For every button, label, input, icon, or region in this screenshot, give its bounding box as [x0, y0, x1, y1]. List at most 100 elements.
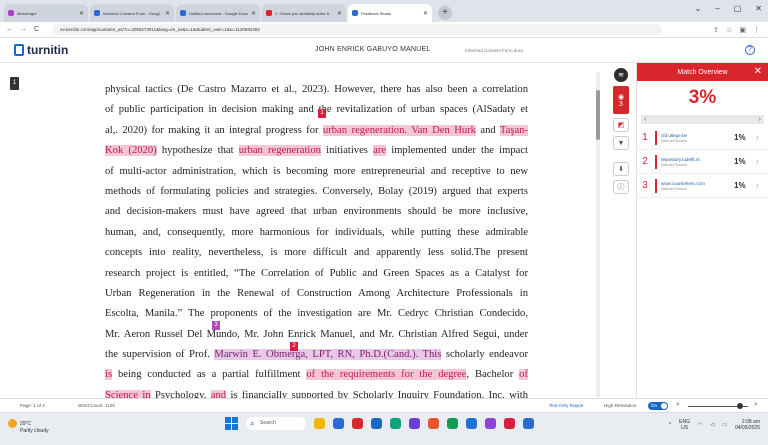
- menu-icon[interactable]: ⋮: [753, 26, 760, 34]
- close-window-button[interactable]: ✕: [755, 4, 762, 13]
- status-footer: Page: 1 of 4 Word Count: 1120 Text-Only …: [0, 398, 768, 412]
- text-segment: Urban Regeneration in the Renewal of Con…: [105, 287, 528, 299]
- source-pager: ‹ ›: [641, 115, 764, 124]
- browser-tab[interactable]: Untitled document - Google Docs ✕: [176, 4, 260, 22]
- browser-tab[interactable]: Informed Consent Form - Googl ✕: [90, 4, 174, 22]
- taskbar-app-icon[interactable]: [314, 418, 325, 429]
- chevron-right-icon[interactable]: ›: [756, 133, 768, 142]
- download-icon[interactable]: ⬇: [613, 162, 629, 176]
- tab-close-icon[interactable]: ✕: [423, 10, 428, 17]
- source-item[interactable]: 1 cfd.ullege.be Internet Source 1% ›: [637, 126, 768, 150]
- zoom-out-icon[interactable]: ⌕: [676, 401, 680, 409]
- source-item[interactable]: 2 repository.tudelft.nl Internet Source 1% ›: [637, 150, 768, 174]
- tab-close-icon[interactable]: ✕: [337, 10, 342, 17]
- match-overview-button[interactable]: ◉ 3: [613, 86, 629, 114]
- reload-icon[interactable]: C: [34, 26, 39, 33]
- source-type: Internet Source: [661, 138, 687, 143]
- scrollbar-thumb[interactable]: [596, 90, 600, 140]
- taskbar-app-icon[interactable]: [371, 418, 382, 429]
- taskbar-app-icon[interactable]: [523, 418, 534, 429]
- bookmark-star-icon[interactable]: ☆: [726, 26, 732, 34]
- weather-widget[interactable]: 29°C Partly cloudy: [8, 419, 49, 434]
- taskbar-app-icon[interactable]: [447, 418, 458, 429]
- filter-icon[interactable]: ▼: [613, 136, 629, 150]
- high-resolution-toggle[interactable]: On: [648, 402, 668, 410]
- tab-close-icon[interactable]: ✕: [165, 10, 170, 17]
- wifi-icon[interactable]: ◠: [698, 422, 702, 428]
- chevron-right-icon[interactable]: ›: [759, 115, 761, 124]
- taskbar-app-icon[interactable]: [352, 418, 363, 429]
- windows-start-icon[interactable]: [225, 417, 238, 430]
- browser-tab[interactable]: Messenger ✕: [4, 4, 88, 22]
- text-line: research project is entitled, “The Corre…: [105, 264, 528, 284]
- text-only-report-link[interactable]: Text-Only Report: [549, 403, 583, 408]
- source-name[interactable]: cfd.ullege.be: [661, 133, 734, 138]
- source-item[interactable]: 3 www.coursehero.com Internet Source 1% ›: [637, 174, 768, 198]
- text-line: concepts into reality, nevertheless, is …: [105, 243, 528, 263]
- source-percent: 1%: [734, 133, 746, 142]
- match-highlight[interactable]: urban regeneration. Van Den Hurk: [322, 124, 476, 136]
- match-highlight[interactable]: of: [519, 369, 528, 381]
- url-input[interactable]: ev.turnitin.com/app/carta/en_us/?o=20552…: [52, 24, 663, 35]
- maximize-button[interactable]: ▢: [734, 4, 742, 13]
- page-number-tag: 1: [10, 77, 19, 90]
- match-marker-3[interactable]: 3: [212, 321, 220, 330]
- tab-close-icon[interactable]: ✕: [251, 10, 256, 17]
- tab-label: Messenger: [17, 10, 37, 16]
- battery-icon[interactable]: ▭: [722, 422, 727, 428]
- browser-tab[interactable]: 1. Check you similarity index fr ✕: [262, 4, 346, 22]
- info-icon[interactable]: ⓘ: [613, 180, 629, 194]
- clock[interactable]: 2:08 am 04/05/2025: [735, 419, 760, 431]
- match-highlight[interactable]: of the requirements for the degree: [306, 369, 467, 381]
- back-icon[interactable]: ←: [6, 26, 13, 33]
- chevron-right-icon[interactable]: ›: [756, 157, 768, 166]
- source-list: 1 cfd.ullege.be Internet Source 1% › 2 reposit…: [637, 126, 768, 198]
- extensions-icon[interactable]: ▣: [739, 26, 746, 34]
- tab-close-icon[interactable]: ✕: [79, 10, 84, 17]
- match-highlight[interactable]: urban regeneration: [238, 145, 321, 157]
- system-tray: ^ ENG US ◠ ◁ ▭ 2:08 am 04/05/2025: [669, 419, 760, 431]
- match-highlight[interactable]: Marwin E. Obmerga, LPT, RN, Ph.D.(Cand.)…: [214, 349, 442, 361]
- taskbar-search[interactable]: Search: [246, 417, 306, 430]
- share-icon[interactable]: ⇪: [713, 26, 719, 34]
- match-highlight[interactable]: Taşan-: [499, 124, 528, 136]
- taskbar-app-icon[interactable]: [466, 418, 477, 429]
- help-icon[interactable]: ?: [745, 45, 755, 55]
- taskbar-app-icon[interactable]: [409, 418, 420, 429]
- close-icon[interactable]: ✕: [754, 66, 762, 77]
- language-indicator[interactable]: ENG US: [679, 419, 690, 431]
- text-line: Mr. Aeron Russel Del Mundo, Mr. John Enr…: [105, 325, 528, 345]
- browser-tab[interactable]: Feedback Studio ✕: [348, 4, 432, 22]
- tab-search-icon[interactable]: ⌄: [695, 4, 702, 13]
- match-marker-2[interactable]: 2: [290, 342, 298, 351]
- text-line: and decision-makers must have agreed tha…: [105, 202, 528, 222]
- match-highlight[interactable]: are: [373, 145, 387, 157]
- text-segment: human, and, consequently, more harmoniou…: [105, 226, 528, 238]
- text-segment: the supervision of Prof.: [105, 349, 215, 361]
- match-highlight[interactable]: Kok (2020): [105, 145, 157, 157]
- layers-icon[interactable]: ≋: [614, 68, 628, 82]
- zoom-in-icon[interactable]: ⌕: [754, 401, 758, 409]
- taskbar-app-icon[interactable]: [485, 418, 496, 429]
- text-segment: scholarly endeavor: [441, 349, 528, 361]
- chevron-right-icon[interactable]: ›: [756, 181, 768, 190]
- chevron-left-icon[interactable]: ‹: [644, 115, 646, 124]
- tab-label: Feedback Studio: [361, 10, 392, 16]
- minimize-button[interactable]: –: [715, 4, 719, 13]
- source-name[interactable]: www.coursehero.com: [661, 181, 734, 186]
- taskbar-app-icon[interactable]: [428, 418, 439, 429]
- taskbar-app-icon[interactable]: [504, 418, 515, 429]
- taskbar-app-icon[interactable]: [390, 418, 401, 429]
- taskbar-app-icon[interactable]: [333, 418, 344, 429]
- new-tab-button[interactable]: +: [438, 6, 452, 20]
- text-segment: hypothesize that: [156, 145, 239, 157]
- flag-icon[interactable]: ◩: [613, 118, 629, 132]
- text-line: Urban Regeneration in the Renewal of Con…: [105, 284, 528, 304]
- volume-icon[interactable]: ◁: [710, 422, 714, 428]
- turnitin-logo[interactable]: turnitin: [14, 43, 68, 57]
- tray-chevron-icon[interactable]: ^: [669, 422, 671, 428]
- zoom-slider-handle[interactable]: [737, 403, 743, 409]
- forward-icon[interactable]: →: [20, 26, 27, 33]
- match-marker-1[interactable]: 1: [318, 109, 326, 118]
- source-name[interactable]: repository.tudelft.nl: [661, 157, 734, 162]
